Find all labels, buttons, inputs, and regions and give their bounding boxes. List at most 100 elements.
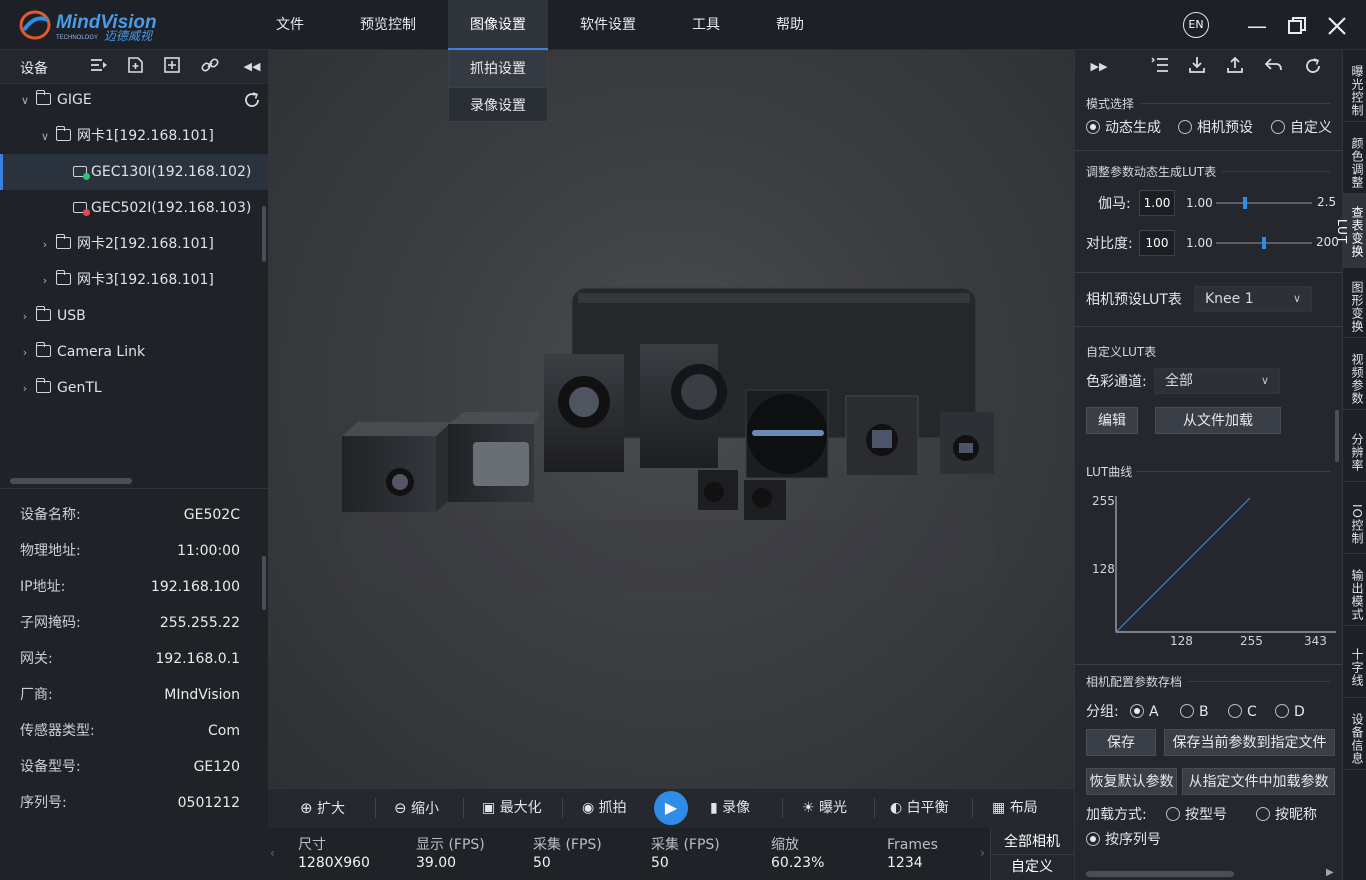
- image-viewer[interactable]: [268, 50, 1074, 788]
- zoom-out-button[interactable]: ⊖ 缩小: [394, 788, 439, 828]
- zoom-in-label: 扩大: [317, 801, 346, 817]
- tree-item-usb[interactable]: › USB: [0, 298, 268, 334]
- tree-item-gentl[interactable]: › GenTL: [0, 370, 268, 406]
- download-icon[interactable]: [1186, 56, 1208, 78]
- tab-video-params[interactable]: 视频参数: [1342, 338, 1366, 410]
- layout-button[interactable]: ▦ 布局: [992, 788, 1038, 828]
- status-scroll-right-icon[interactable]: ›: [980, 846, 985, 860]
- info-vscrollbar[interactable]: [262, 556, 266, 610]
- refresh-icon[interactable]: [242, 90, 262, 110]
- edit-button[interactable]: 编辑: [1086, 407, 1138, 434]
- tab-lut[interactable]: 查表变换LUT: [1335, 194, 1366, 268]
- zoom-in-button[interactable]: ⊕ 扩大: [300, 788, 345, 828]
- tab-crosshair[interactable]: 十字线: [1342, 626, 1366, 698]
- white-balance-button[interactable]: ◐ 白平衡: [890, 788, 949, 828]
- separator: [874, 798, 875, 818]
- menu-software-settings[interactable]: 软件设置: [568, 0, 648, 50]
- record-button[interactable]: ▮ 录像: [710, 788, 750, 828]
- group-option-d[interactable]: D: [1275, 703, 1305, 721]
- load-option-serial[interactable]: 按序列号: [1086, 831, 1161, 849]
- language-button[interactable]: EN: [1183, 12, 1209, 38]
- settings-vscrollbar[interactable]: [1335, 410, 1339, 462]
- list-settings-icon[interactable]: [1149, 56, 1171, 78]
- tree-label: GIGE: [57, 92, 92, 108]
- reset-icon[interactable]: [1302, 56, 1324, 78]
- maximize-button[interactable]: ▣ 最大化: [482, 788, 542, 828]
- contrast-input[interactable]: 100: [1139, 230, 1175, 256]
- gamma-slider[interactable]: [1216, 202, 1312, 204]
- group-option-c[interactable]: C: [1228, 703, 1257, 721]
- white-balance-icon: ◐: [890, 800, 903, 816]
- tree-item-nic1[interactable]: ∨ 网卡1[192.168.101]: [0, 118, 268, 154]
- gamma-slider-knob[interactable]: [1243, 197, 1247, 209]
- tab-resolution[interactable]: 分辨率: [1342, 410, 1366, 482]
- tab-exposure-control[interactable]: 曝光控制: [1342, 50, 1366, 122]
- close-icon[interactable]: [1324, 13, 1350, 39]
- curve-x-tick: 343: [1304, 634, 1327, 648]
- link-icon[interactable]: [199, 56, 221, 78]
- channel-select[interactable]: 全部 ∨: [1154, 368, 1280, 394]
- mode-option-preset[interactable]: 相机预设: [1178, 119, 1253, 137]
- upload-icon[interactable]: [1224, 56, 1246, 78]
- mode-option-dynamic[interactable]: 动态生成: [1086, 119, 1161, 137]
- tree-item-nic2[interactable]: › 网卡2[192.168.101]: [0, 226, 268, 262]
- load-option-nickname[interactable]: 按昵称: [1256, 806, 1317, 824]
- snapshot-button[interactable]: ◉ 抓拍: [582, 788, 627, 828]
- tab-all-cameras[interactable]: 全部相机: [990, 829, 1074, 855]
- exposure-button[interactable]: ☀ 曝光: [802, 788, 847, 828]
- image-settings-dropdown: 抓拍设置 录像设置: [448, 50, 548, 122]
- tab-image-transform[interactable]: 图形变换: [1342, 268, 1366, 338]
- tree-item-nic3[interactable]: › 网卡3[192.168.101]: [0, 262, 268, 298]
- status-display-fps: 显示 (FPS) 39.00: [416, 837, 485, 871]
- tab-io-control[interactable]: IO控制: [1342, 482, 1366, 554]
- play-button[interactable]: ▶: [654, 791, 688, 825]
- load-params-button[interactable]: 从指定文件中加载参数: [1182, 768, 1335, 795]
- image-icon: ▣: [482, 800, 496, 816]
- minimize-icon[interactable]: —: [1244, 13, 1270, 39]
- tab-color-adjust[interactable]: 颜色调整: [1342, 122, 1366, 194]
- save-button[interactable]: 保存: [1086, 729, 1156, 756]
- tree-item-cameralink[interactable]: › Camera Link: [0, 334, 268, 370]
- menu-tools[interactable]: 工具: [680, 0, 732, 50]
- add-device-icon[interactable]: [125, 56, 147, 78]
- tab-output-mode[interactable]: 输出模式: [1342, 554, 1366, 626]
- restore-defaults-button[interactable]: 恢复默认参数: [1086, 768, 1177, 795]
- tree-item-camera-2[interactable]: GEC502I(192.168.103): [0, 190, 268, 226]
- gamma-input[interactable]: 1.00: [1139, 190, 1175, 216]
- collapse-panel-icon[interactable]: ◀◀: [241, 56, 263, 78]
- load-from-file-button[interactable]: 从文件加载: [1155, 407, 1281, 434]
- scroll-right-icon[interactable]: ▶: [1326, 867, 1334, 878]
- save-to-file-button[interactable]: 保存当前参数到指定文件: [1164, 729, 1335, 756]
- radio-icon: [1256, 807, 1270, 821]
- tree-item-camera-1[interactable]: GEC130I(192.168.102): [0, 154, 268, 190]
- group-option-a[interactable]: A: [1130, 703, 1159, 721]
- menu-item-record-settings[interactable]: 录像设置: [449, 87, 547, 123]
- curve-x-tick: 128: [1170, 634, 1193, 648]
- collapse-list-icon[interactable]: [88, 56, 110, 78]
- tab-device-info[interactable]: 设备信息: [1342, 698, 1366, 770]
- menu-help[interactable]: 帮助: [764, 0, 816, 50]
- restore-icon[interactable]: [1284, 13, 1310, 39]
- tree-hscrollbar[interactable]: [10, 478, 132, 484]
- menu-preview-control[interactable]: 预览控制: [350, 0, 426, 50]
- mode-option-custom[interactable]: 自定义: [1271, 119, 1332, 137]
- add-item-icon[interactable]: [161, 56, 183, 78]
- info-row-subnet: 子网掩码: 255.255.22: [20, 615, 240, 631]
- menu-file[interactable]: 文件: [262, 0, 318, 50]
- menu-item-snapshot-settings[interactable]: 抓拍设置: [449, 51, 547, 87]
- contrast-slider-knob[interactable]: [1262, 237, 1266, 249]
- contrast-label: 对比度:: [1086, 236, 1133, 252]
- undo-icon[interactable]: [1262, 56, 1284, 78]
- radio-label: C: [1247, 704, 1257, 720]
- menu-image-settings[interactable]: 图像设置: [448, 0, 548, 50]
- load-option-model[interactable]: 按型号: [1166, 806, 1227, 824]
- status-scroll-left-icon[interactable]: ‹: [270, 846, 275, 860]
- tab-custom[interactable]: 自定义: [990, 854, 1074, 880]
- expand-panel-icon[interactable]: ▶▶: [1088, 56, 1110, 78]
- tree-vscrollbar[interactable]: [262, 206, 266, 262]
- tree-item-gige[interactable]: ∨ GIGE: [0, 82, 268, 118]
- settings-hscrollbar[interactable]: [1086, 871, 1234, 877]
- preset-lut-select[interactable]: Knee 1 ∨: [1194, 286, 1312, 312]
- group-option-b[interactable]: B: [1180, 703, 1209, 721]
- info-row-device-name: 设备名称: GE502C: [20, 507, 240, 523]
